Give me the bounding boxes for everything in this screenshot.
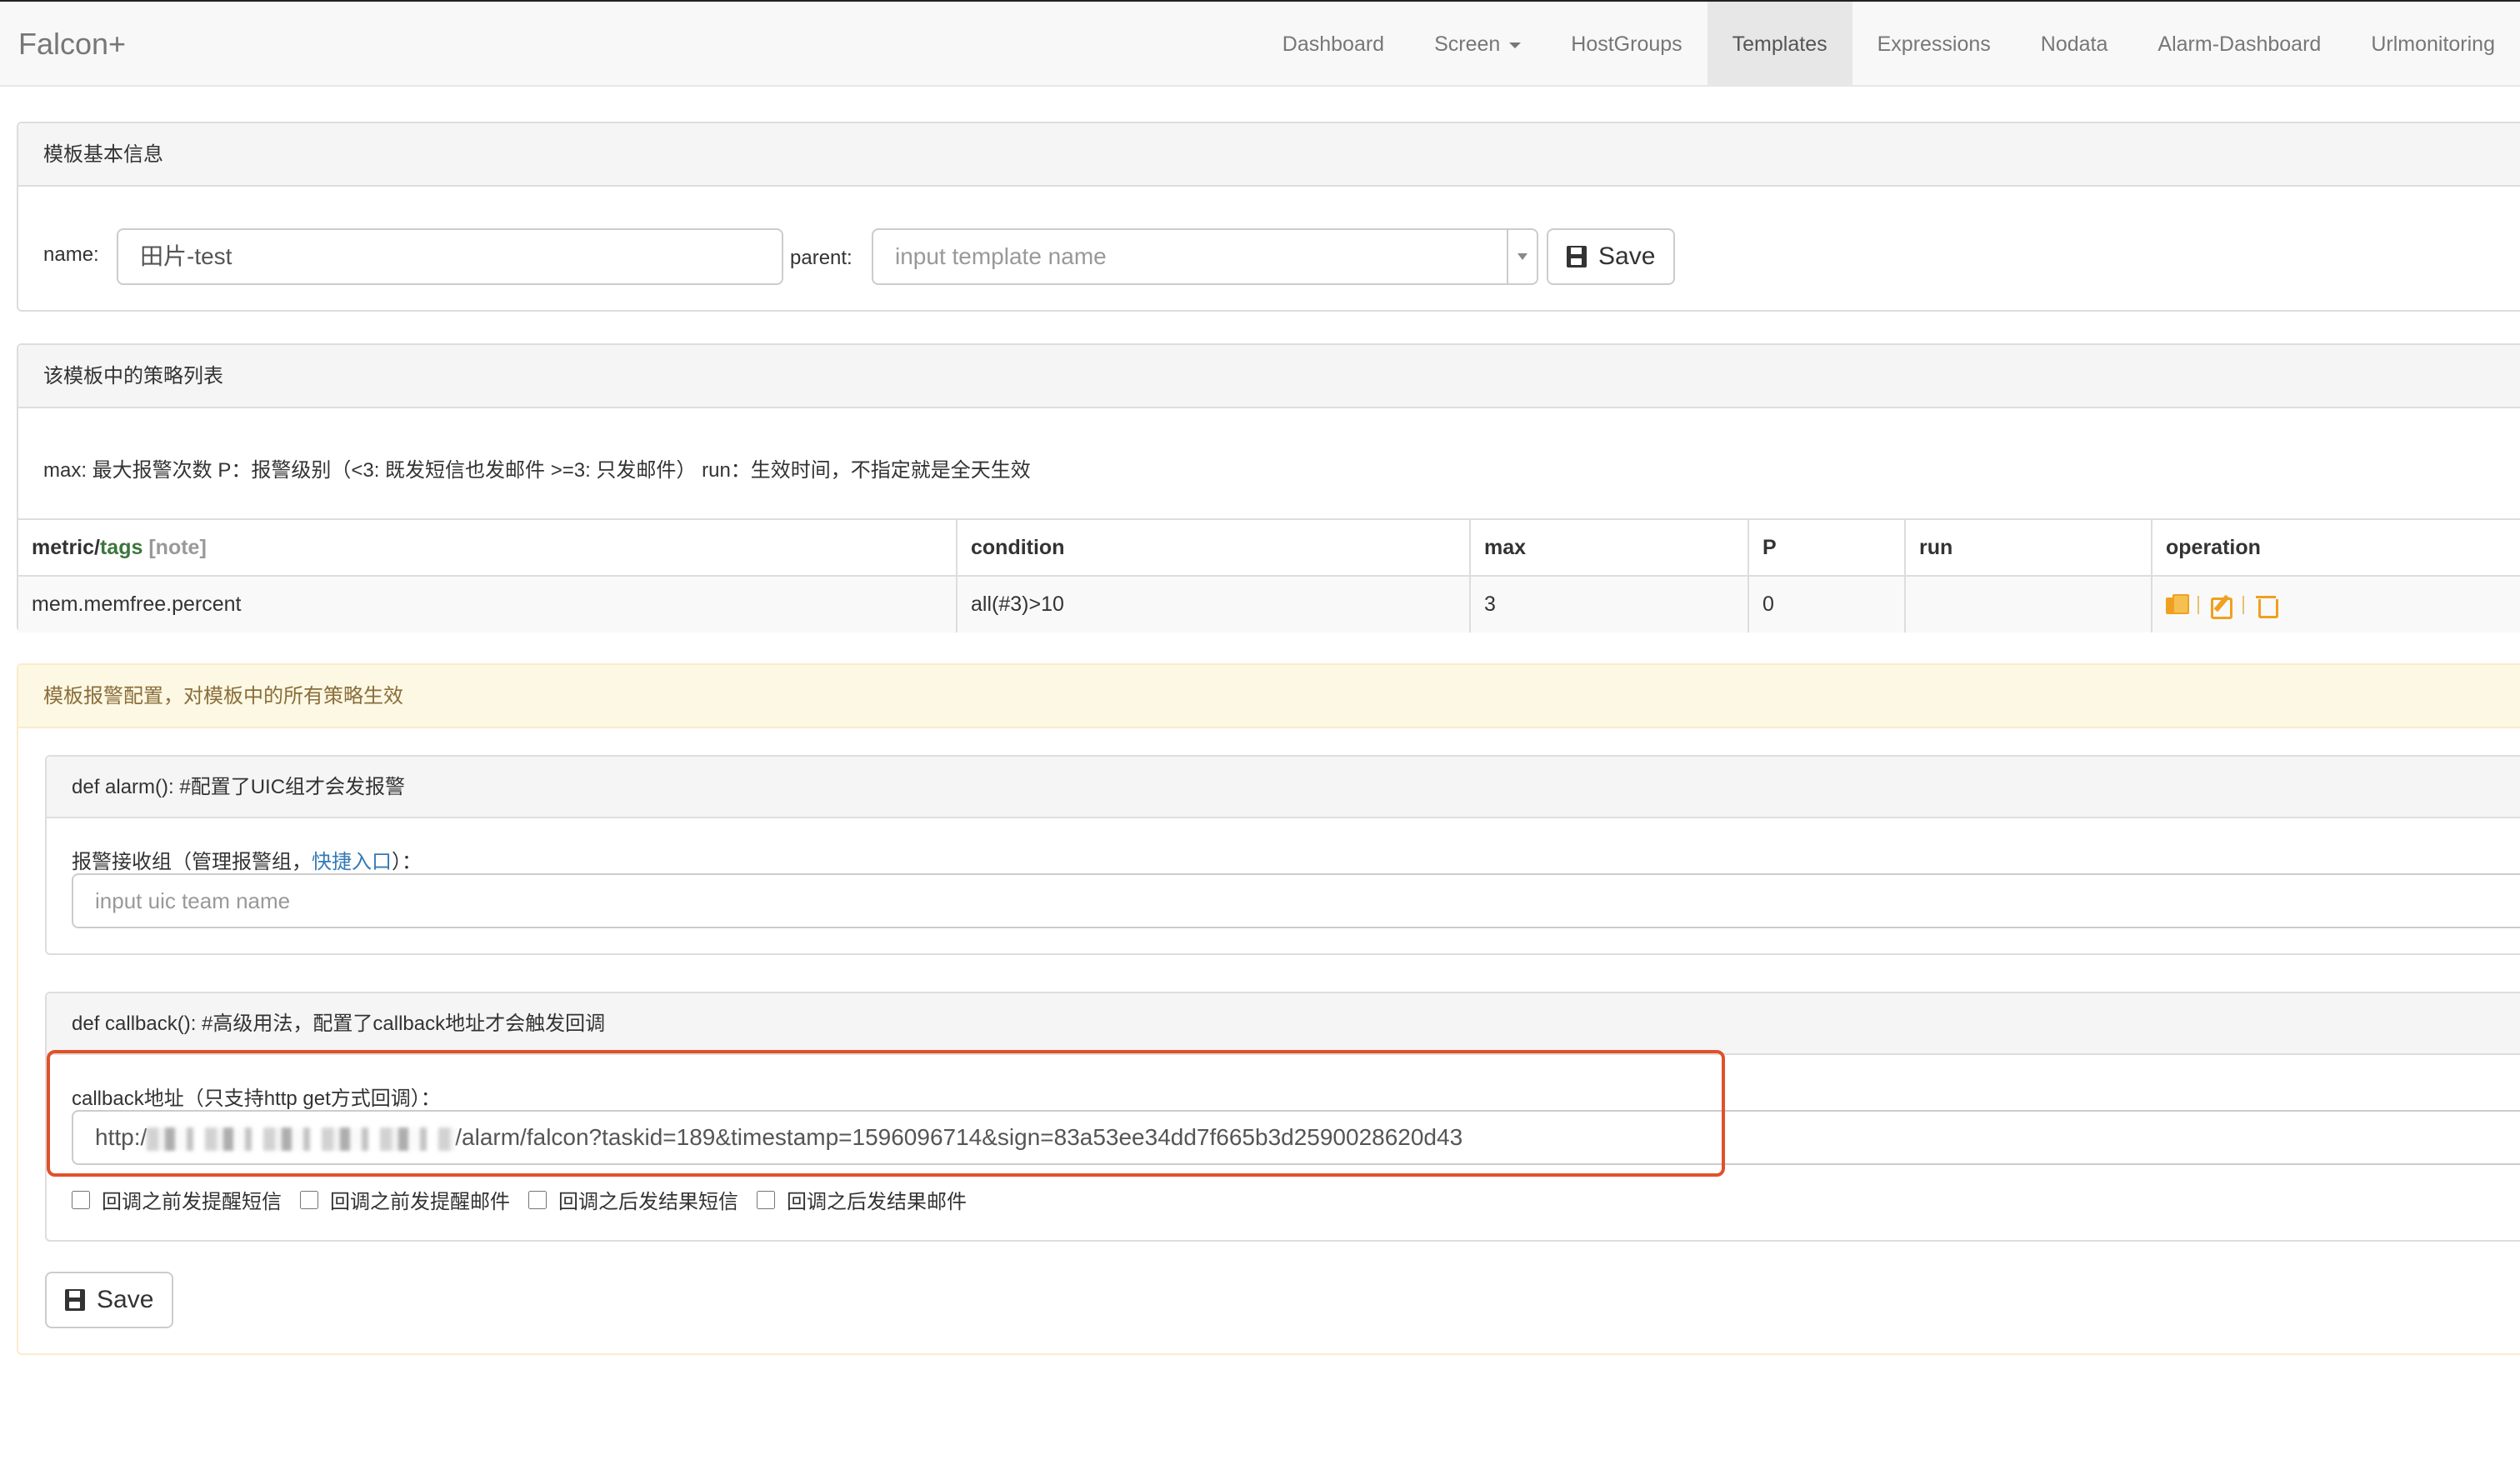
nav-item-nodata[interactable]: Nodata (2016, 2, 2133, 87)
callback-url-input[interactable]: http:/ /alarm/falcon?taskid=189&timestamp… (72, 1110, 2520, 1165)
cell-run (1905, 575, 2152, 632)
checkbox-after-sms[interactable]: 回调之后发结果短信 (528, 1185, 738, 1214)
checkbox-before-sms[interactable]: 回调之前发提醒短信 (72, 1185, 282, 1214)
column-header-operation: operation (2152, 518, 2520, 576)
callback-subpanel-heading: def callback(): #高级用法，配置了callback地址才会触发回… (47, 993, 2520, 1055)
callback-url-suffix: /alarm/falcon?taskid=189&timestamp=15960… (455, 1124, 1463, 1150)
column-header-metric: metric/tags [note] (18, 518, 958, 576)
nav-item-expressions[interactable]: Expressions (1852, 2, 2016, 87)
uic-team-input-placeholder: input uic team name (95, 888, 291, 913)
name-label: name: (43, 243, 99, 266)
cell-p: 0 (1748, 575, 1906, 632)
uic-team-input[interactable]: input uic team name (72, 873, 2520, 928)
redacted-host (147, 1127, 456, 1151)
strategy-table: metric/tags [note] condition max P run o… (18, 518, 2520, 632)
nav-item-hostgroups[interactable]: HostGroups (1546, 2, 1707, 87)
parent-select[interactable]: input template name (872, 228, 1538, 285)
tags-header-label: tags (99, 535, 143, 559)
nav-item-screen-label: Screen (1434, 32, 1501, 56)
alarm-receiver-label-suffix: ）： (392, 851, 422, 873)
column-header-max: max (1470, 518, 1749, 576)
alarm-receiver-label-prefix: 报警接收组（管理报警组， (72, 851, 312, 873)
navbar: Falcon+ Dashboard Screen HostGroups Temp… (0, 0, 2520, 87)
trash-icon[interactable] (2256, 594, 2278, 618)
checkbox-before-mail-label: 回调之前发提醒邮件 (330, 1191, 510, 1213)
nav-item-dashboard[interactable]: Dashboard (1258, 2, 1409, 87)
nav-item-templates[interactable]: Templates (1707, 2, 1852, 87)
table-row: mem.memfree.percent all(#3)>10 3 0 (18, 575, 2520, 632)
caret-down-icon (1509, 42, 1522, 48)
column-header-condition: condition (957, 518, 1471, 576)
cell-max: 3 (1470, 575, 1749, 632)
save-alarm-config-button-label: Save (97, 1286, 154, 1313)
shortcut-link[interactable]: 快捷入口 (312, 851, 392, 873)
alarm-receiver-label: 报警接收组（管理报警组，快捷入口）： (72, 845, 422, 874)
checkbox-after-sms-label: 回调之后发结果短信 (558, 1191, 738, 1213)
table-header-row: metric/tags [note] condition max P run o… (18, 518, 2520, 576)
template-info-heading: 模板基本信息 (18, 123, 2520, 187)
checkbox-after-mail[interactable]: 回调之后发结果邮件 (757, 1185, 967, 1214)
callback-subpanel: def callback(): #高级用法，配置了callback地址才会触发回… (45, 992, 2520, 1242)
checkbox-before-sms-label: 回调之前发提醒短信 (102, 1191, 282, 1213)
alarm-subpanel-heading: def alarm(): #配置了UIC组才会发报警 (47, 757, 2520, 818)
checkbox-after-sms-input[interactable] (528, 1190, 547, 1209)
nav-item-screen[interactable]: Screen (1409, 2, 1546, 87)
separator (2242, 595, 2244, 614)
callback-url-prefix: http:/ (95, 1124, 148, 1150)
alarm-config-panel: 模板报警配置，对模板中的所有策略生效 def alarm(): #配置了UIC组… (17, 663, 2520, 1355)
nav-menu: Dashboard Screen HostGroups Templates Ex… (1258, 2, 2520, 87)
brand-logo[interactable]: Falcon+ (18, 27, 126, 62)
cell-condition: all(#3)>10 (957, 575, 1471, 632)
separator (2198, 595, 2199, 614)
checkbox-before-mail[interactable]: 回调之前发提醒邮件 (300, 1185, 510, 1214)
parent-label: parent: (790, 247, 852, 269)
nav-item-alarm-dashboard[interactable]: Alarm-Dashboard (2132, 2, 2346, 87)
save-alarm-config-button[interactable]: Save (45, 1272, 174, 1328)
strategy-list-heading: 该模板中的策略列表 (18, 345, 2520, 408)
strategy-list-panel: 该模板中的策略列表 max: 最大报警次数 P：报警级别（<3: 既发短信也发邮… (17, 343, 2520, 632)
parent-select-placeholder: input template name (895, 243, 1107, 269)
floppy-disk-icon (1567, 246, 1587, 268)
save-template-button-label: Save (1598, 242, 1656, 270)
dropdown-arrow-icon[interactable] (1507, 230, 1537, 283)
template-info-panel: 模板基本信息 name: 田片-test parent: input templ… (17, 122, 2520, 312)
strategy-description: max: 最大报警次数 P：报警级别（<3: 既发短信也发邮件 >=3: 只发邮… (43, 459, 1031, 482)
note-header-label: [note] (148, 535, 207, 559)
nav-item-urlmonitoring[interactable]: Urlmonitoring (2346, 2, 2520, 87)
metric-header-label: metric/ (32, 535, 100, 559)
floppy-disk-icon (65, 1289, 85, 1311)
column-header-p: P (1748, 518, 1906, 576)
checkbox-before-mail-input[interactable] (300, 1190, 318, 1209)
copy-icon[interactable] (2166, 593, 2189, 616)
cell-metric: mem.memfree.percent (18, 575, 958, 632)
name-input[interactable]: 田片-test (117, 228, 783, 285)
checkbox-before-sms-input[interactable] (72, 1190, 90, 1209)
name-input-value: 田片-test (140, 243, 232, 269)
checkbox-after-mail-label: 回调之后发结果邮件 (787, 1191, 967, 1213)
alarm-subpanel: def alarm(): #配置了UIC组才会发报警 报警接收组（管理报警组，快… (45, 755, 2520, 955)
callback-url-label: callback地址（只支持http get方式回调）： (72, 1088, 441, 1110)
callback-options: 回调之前发提醒短信 回调之前发提醒邮件 回调之后发结果短信 回调之后发结果邮件 (72, 1185, 967, 1214)
cell-operation (2152, 575, 2520, 632)
save-template-button[interactable]: Save (1547, 228, 1676, 285)
column-header-run: run (1905, 518, 2152, 576)
alarm-config-heading: 模板报警配置，对模板中的所有策略生效 (18, 665, 2520, 728)
edit-icon[interactable] (2211, 594, 2232, 619)
checkbox-after-mail-input[interactable] (757, 1190, 775, 1209)
